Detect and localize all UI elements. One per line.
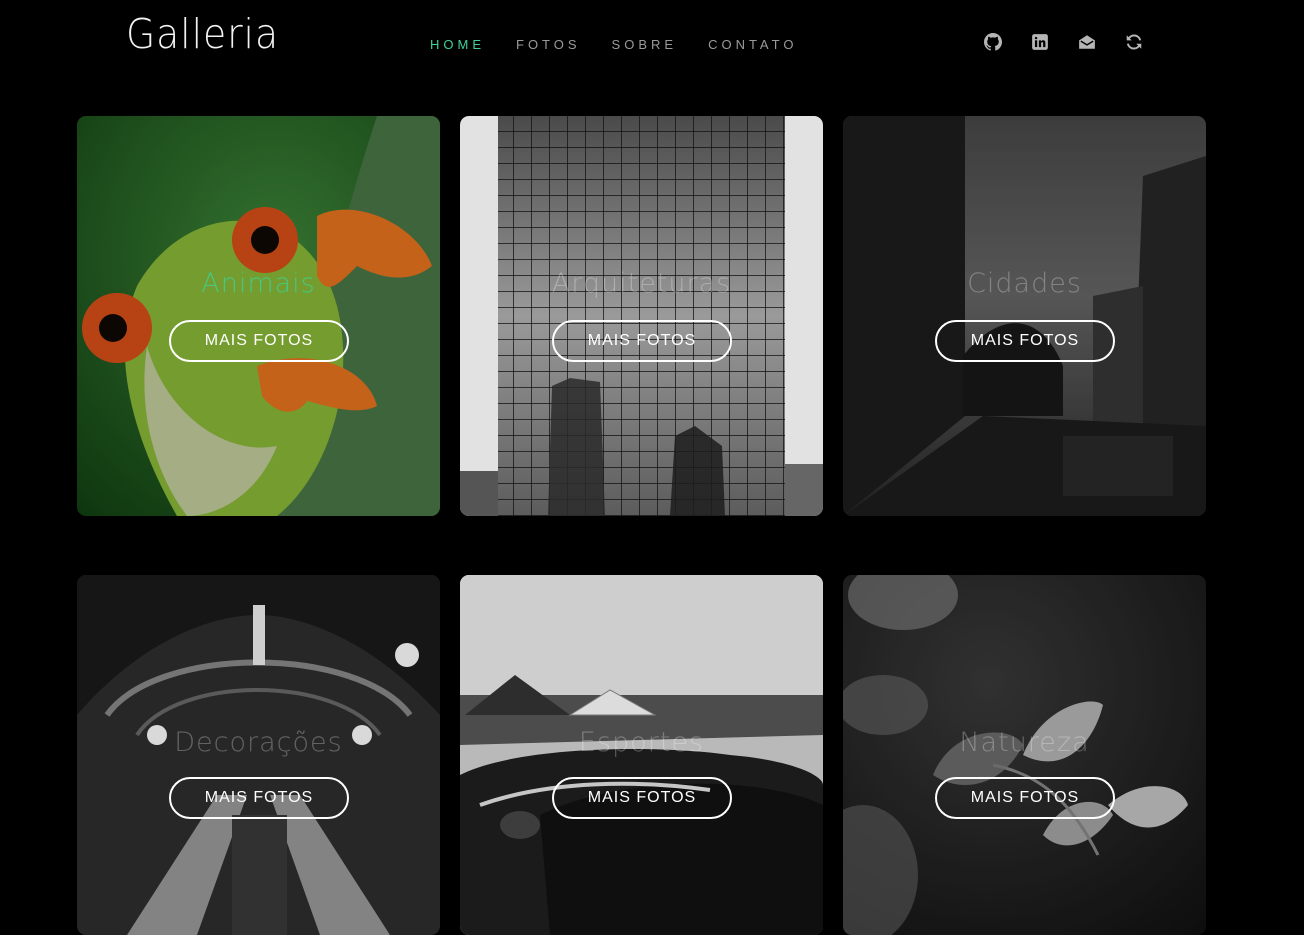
frog-photo bbox=[77, 116, 440, 516]
category-title: Arquiteturas bbox=[551, 268, 732, 299]
building-photo bbox=[460, 116, 823, 516]
gallery-card-decoracoes[interactable]: Decorações MAIS FOTOS bbox=[77, 575, 440, 935]
nav-home[interactable]: HOME bbox=[430, 37, 485, 53]
mail-open-icon[interactable] bbox=[1078, 33, 1096, 51]
gallery-card-animais[interactable]: Animais MAIS FOTOS bbox=[77, 116, 440, 516]
nav-fotos[interactable]: FOTOS bbox=[516, 37, 581, 53]
gallery-card-natureza[interactable]: Natureza MAIS FOTOS bbox=[843, 575, 1206, 935]
category-title: Decorações bbox=[174, 727, 343, 758]
gallery-card-arquiteturas[interactable]: Arquiteturas MAIS FOTOS bbox=[460, 116, 823, 516]
more-photos-button[interactable]: MAIS FOTOS bbox=[552, 777, 732, 819]
category-title: Animais bbox=[201, 268, 316, 299]
github-icon[interactable] bbox=[984, 33, 1002, 51]
nav-contato[interactable]: CONTATO bbox=[708, 37, 797, 53]
site-logo[interactable]: Galleria bbox=[126, 14, 279, 55]
category-title: Natureza bbox=[959, 727, 1090, 758]
site-header: Galleria HOME FOTOS SOBRE CONTATO bbox=[0, 0, 1304, 90]
refresh-icon[interactable] bbox=[1125, 33, 1143, 51]
more-photos-button[interactable]: MAIS FOTOS bbox=[935, 777, 1115, 819]
category-title: Cidades bbox=[967, 268, 1082, 299]
social-links bbox=[984, 33, 1172, 51]
more-photos-button[interactable]: MAIS FOTOS bbox=[169, 777, 349, 819]
more-photos-button[interactable]: MAIS FOTOS bbox=[552, 320, 732, 362]
city-photo bbox=[843, 116, 1206, 516]
gallery-card-esportes[interactable]: Esportes MAIS FOTOS bbox=[460, 575, 823, 935]
more-photos-button[interactable]: MAIS FOTOS bbox=[935, 320, 1115, 362]
more-photos-button[interactable]: MAIS FOTOS bbox=[169, 320, 349, 362]
category-title: Esportes bbox=[578, 727, 705, 758]
linkedin-icon[interactable] bbox=[1031, 33, 1049, 51]
gallery-card-cidades[interactable]: Cidades MAIS FOTOS bbox=[843, 116, 1206, 516]
main-nav: HOME FOTOS SOBRE CONTATO bbox=[430, 37, 828, 53]
nav-sobre[interactable]: SOBRE bbox=[612, 37, 678, 53]
